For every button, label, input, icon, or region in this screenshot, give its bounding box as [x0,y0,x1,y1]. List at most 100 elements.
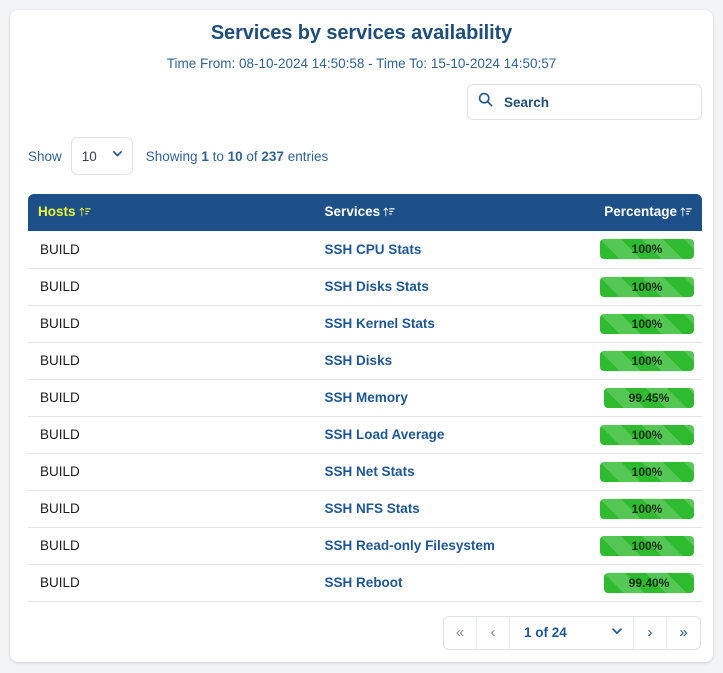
chevron-down-icon [610,624,624,641]
service-link[interactable]: SSH Disks [325,353,393,368]
search-input[interactable] [502,93,691,111]
info-prefix: Showing [145,148,202,164]
sort-amount-up-icon [680,206,692,221]
next-page-button[interactable]: › [634,616,667,649]
cell-host: BUILD [28,379,325,417]
cell-host: BUILD [28,268,325,306]
service-link[interactable]: SSH Load Average [325,427,445,442]
availability-progress-bar: 100% [600,313,694,334]
cell-host: BUILD [28,527,325,565]
column-header-percentage[interactable]: Percentage [560,194,702,231]
page-indicator-label: 1 of 24 [524,625,567,640]
cell-service: SSH Disks Stats [324,268,561,306]
table-controls: Show 10 Showing 1 to 10 of 237 entries [10,120,713,175]
column-header-hosts-label: Hosts [38,204,76,219]
cell-service: SSH Read-only Filesystem [324,527,561,565]
info-to: 10 [227,148,243,164]
cell-host: BUILD [28,490,325,528]
cell-host: BUILD [28,453,325,491]
chevron-down-icon [111,147,124,165]
table-row: BUILD SSH Disks 100% [28,342,702,380]
table-row: BUILD SSH NFS Stats 100% [28,490,702,528]
table-row: BUILD SSH Net Stats 100% [28,453,702,491]
table-row: BUILD SSH Kernel Stats 100% [28,305,702,343]
availability-progress-bar: 100% [600,535,694,556]
availability-progress-bar: 100% [600,350,694,371]
cell-percentage: 100% [560,268,702,306]
cell-percentage: 99.40% [560,564,702,602]
table-row: BUILD SSH Reboot 99.40% [28,564,702,602]
search-row [10,71,713,120]
cell-service: SSH NFS Stats [324,490,561,528]
service-link[interactable]: SSH Reboot [325,575,403,590]
cell-host: BUILD [28,305,325,343]
info-from: 1 [201,148,209,164]
table-row: BUILD SSH Load Average 100% [28,416,702,454]
cell-service: SSH CPU Stats [324,231,561,269]
availability-progress-bar: 100% [600,498,694,519]
service-link[interactable]: SSH Disks Stats [325,279,429,294]
availability-progress-bar: 100% [600,239,694,260]
availability-progress-bar: 100% [600,461,694,482]
service-link[interactable]: SSH CPU Stats [325,242,422,257]
page-length-select[interactable]: 10 [70,137,133,175]
cell-service: SSH Load Average [324,416,561,454]
previous-page-button[interactable]: ‹ [477,616,510,649]
table-row: BUILD SSH CPU Stats 100% [28,231,702,269]
first-page-button[interactable]: « [444,616,477,649]
info-total: 237 [261,148,284,164]
page-title: Services by services availability [210,22,513,44]
table-body: BUILD SSH CPU Stats 100% BUILD SSH Disks Sta… [28,231,702,602]
time-range-label: Time From: 08-10-2024 14:50:58 - Time To… [166,56,557,71]
table-row: BUILD SSH Memory 99.45% [28,379,702,417]
cell-service: SSH Kernel Stats [324,305,561,343]
page-length-value: 10 [81,148,97,164]
availability-report-card: Services by services availability Time F… [10,10,713,662]
cell-percentage: 100% [560,231,702,269]
services-table-wrap: Hosts Services Percentage BUILD SSH CPU S… [10,175,713,602]
cell-host: BUILD [28,231,325,269]
availability-progress-bar: 100% [600,424,694,445]
info-of: of [242,148,262,164]
last-page-button[interactable]: » [667,617,700,649]
cell-host: BUILD [28,416,325,454]
column-header-hosts[interactable]: Hosts [28,194,325,231]
pagination-row: « ‹ 1 of 24 › » [10,602,713,650]
entries-info: Showing 1 to 10 of 237 entries [146,149,328,164]
sort-amount-up-icon [78,206,91,221]
info-suffix: entries [283,148,329,164]
cell-percentage: 100% [560,305,702,343]
header-row: Hosts Services Percentage [28,194,702,231]
show-label: Show [28,148,62,164]
cell-percentage: 99.45% [560,379,702,417]
cell-service: SSH Reboot [324,564,561,602]
table-row: BUILD SSH Read-only Filesystem 100% [28,527,702,565]
search-box[interactable] [467,84,702,120]
cell-percentage: 100% [560,527,702,565]
cell-host: BUILD [28,564,325,602]
cell-service: SSH Disks [324,342,561,380]
column-header-services[interactable]: Services [324,194,561,231]
cell-service: SSH Net Stats [324,453,561,491]
page-selector[interactable]: 1 of 24 [510,616,634,649]
service-link[interactable]: SSH Kernel Stats [325,316,435,331]
sort-amount-up-icon [383,206,395,221]
pagination: « ‹ 1 of 24 › » [443,615,701,650]
cell-service: SSH Memory [324,379,561,417]
service-link[interactable]: SSH NFS Stats [325,501,420,516]
availability-progress-bar: 99.40% [604,572,694,593]
service-link[interactable]: SSH Read-only Filesystem [325,538,495,553]
availability-progress-bar: 100% [600,276,694,297]
table-head: Hosts Services Percentage [28,194,702,231]
cell-percentage: 100% [560,342,702,380]
service-link[interactable]: SSH Net Stats [325,464,415,479]
service-link[interactable]: SSH Memory [325,390,408,405]
cell-host: BUILD [28,342,325,380]
column-header-services-label: Services [324,204,381,219]
search-icon [478,92,493,112]
availability-progress-bar: 99.45% [604,387,694,408]
info-mid: to [208,148,228,164]
column-header-percentage-label: Percentage [604,204,677,219]
cell-percentage: 100% [560,416,702,454]
cell-percentage: 100% [560,490,702,528]
